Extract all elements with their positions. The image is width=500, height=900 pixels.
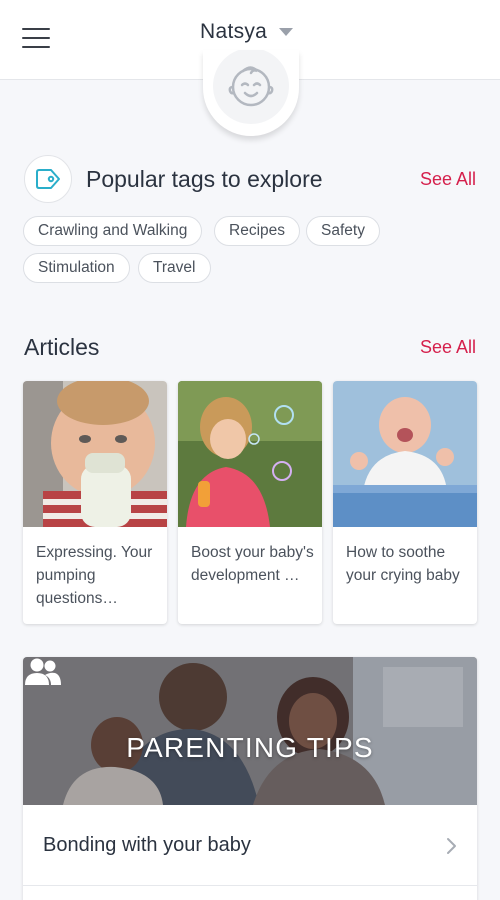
article-image-girl-bubbles bbox=[178, 381, 322, 527]
article-title: Boost your baby's development … bbox=[191, 544, 314, 584]
parenting-tips-card: PARENTING TIPS Bonding with your baby bbox=[23, 657, 477, 900]
tag-icon bbox=[24, 155, 72, 203]
articles-see-all-link[interactable]: See All bbox=[420, 337, 476, 358]
tips-list-item[interactable]: Bonding with your baby bbox=[23, 805, 477, 886]
article-card[interactable]: How to soothe your crying baby bbox=[333, 381, 477, 624]
articles-section-title: Articles bbox=[24, 333, 100, 360]
parenting-tips-banner[interactable]: PARENTING TIPS bbox=[23, 657, 477, 805]
parents-icon bbox=[25, 658, 61, 685]
chevron-right-icon bbox=[447, 838, 456, 854]
articles-section-header: Articles See All bbox=[24, 330, 476, 364]
profile-switcher[interactable]: Natsya bbox=[200, 18, 294, 46]
article-title: How to soothe your crying baby bbox=[346, 544, 460, 584]
tag-chip[interactable]: Crawling and Walking bbox=[23, 216, 203, 246]
tags-see-all-link[interactable]: See All bbox=[420, 169, 476, 190]
tag-chip[interactable]: Travel bbox=[138, 253, 211, 283]
menu-icon[interactable] bbox=[22, 24, 52, 52]
article-image-baby-bottle bbox=[23, 381, 167, 527]
parenting-tips-photo bbox=[23, 657, 477, 805]
article-card[interactable]: Boost your baby's development … bbox=[178, 381, 322, 624]
tags-section-header: Popular tags to explore See All bbox=[24, 154, 476, 204]
baby-face-icon bbox=[228, 66, 274, 107]
article-cards: Expressing. Your pumping questions… Boos… bbox=[23, 381, 477, 624]
avatar[interactable] bbox=[203, 50, 299, 136]
article-image-crying-baby bbox=[333, 381, 477, 527]
tag-chip[interactable]: Stimulation bbox=[23, 253, 130, 283]
chevron-down-icon bbox=[279, 28, 294, 36]
tag-chip[interactable]: Recipes bbox=[214, 216, 300, 246]
tags-section-title: Popular tags to explore bbox=[86, 165, 323, 192]
profile-name: Natsya bbox=[200, 20, 268, 43]
parenting-tips-title: PARENTING TIPS bbox=[126, 732, 374, 763]
tips-list-item-label: Bonding with your baby bbox=[43, 833, 251, 856]
tag-chip[interactable]: Safety bbox=[306, 216, 380, 246]
article-card[interactable]: Expressing. Your pumping questions… bbox=[23, 381, 167, 624]
article-title: Expressing. Your pumping questions… bbox=[36, 544, 153, 607]
